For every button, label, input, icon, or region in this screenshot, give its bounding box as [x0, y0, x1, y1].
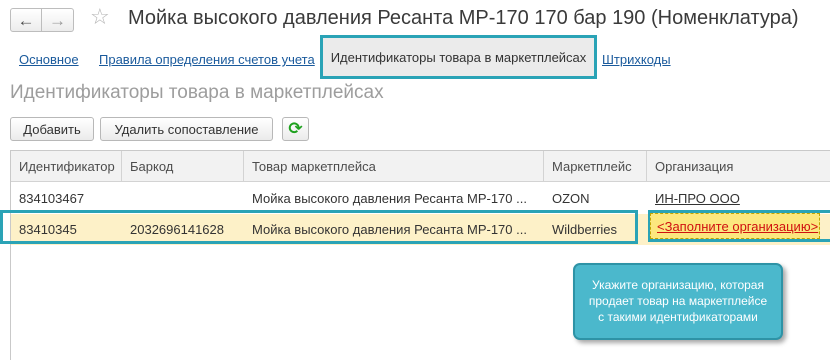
- cell-marketplace: OZON: [552, 191, 590, 206]
- cell-product: Мойка высокого давления Ресанта МР-170 .…: [252, 191, 527, 206]
- hint-line-1: Укажите организацию, которая: [592, 278, 764, 292]
- column-header-product[interactable]: Товар маркетплейса: [244, 151, 544, 182]
- fill-organization-label: <Заполните организацию>: [657, 218, 819, 234]
- arrow-left-icon: ←: [17, 10, 35, 30]
- column-header-marketplace[interactable]: Маркетплейс: [544, 151, 647, 182]
- delete-mapping-button[interactable]: Удалить сопоставление: [100, 117, 273, 141]
- forward-button[interactable]: →: [42, 8, 74, 32]
- fill-organization-link[interactable]: <Заполните организацию>: [650, 213, 820, 239]
- cell-marketplace: Wildberries: [552, 222, 618, 237]
- column-header-id[interactable]: Идентификатор: [11, 151, 122, 182]
- tab-accounting-rules[interactable]: Правила определения счетов учета: [99, 52, 315, 67]
- tab-bar: Основное Правила определения счетов учет…: [0, 34, 830, 79]
- cell-id: 83410345: [19, 222, 77, 237]
- tab-marketplace-ids-label: Идентификаторы товара в маркетплейсах: [330, 49, 587, 65]
- organization-link[interactable]: ИН-ПРО ООО: [655, 191, 740, 206]
- tab-main[interactable]: Основное: [19, 52, 79, 67]
- tab-marketplace-ids[interactable]: Идентификаторы товара в маркетплейсах: [320, 35, 597, 79]
- hint-line-3: с такими идентификаторами: [598, 310, 758, 324]
- cell-product: Мойка высокого давления Ресанта МР-170 .…: [252, 222, 527, 237]
- add-button[interactable]: Добавить: [10, 117, 94, 141]
- arrow-right-icon: →: [49, 10, 66, 30]
- back-button[interactable]: ←: [10, 8, 42, 32]
- column-header-barcode[interactable]: Баркод: [122, 151, 244, 182]
- cell-barcode: 2032696141628: [130, 222, 224, 237]
- refresh-button[interactable]: ⟳: [282, 117, 309, 141]
- window-title: Мойка высокого давления Ресанта МР-170 1…: [128, 7, 799, 29]
- hint-line-2: продает товар на маркетплейсе: [588, 294, 768, 308]
- section-title: Идентификаторы товара в маркетплейсах: [10, 82, 384, 103]
- cell-barcode: [122, 183, 244, 214]
- star-icon[interactable]: ☆: [90, 6, 110, 28]
- cell-id: 834103467: [19, 191, 85, 206]
- title-bar: ← → ☆ Мойка высокого давления Ресанта МР…: [10, 4, 825, 34]
- column-header-organization[interactable]: Организация: [647, 151, 830, 182]
- refresh-icon: ⟳: [288, 119, 303, 138]
- table-header: Идентификатор Баркод Товар маркетплейса …: [11, 151, 830, 182]
- hint-callout: Укажите организацию, которая продает тов…: [573, 263, 783, 340]
- tab-barcodes[interactable]: Штрихкоды: [602, 52, 671, 67]
